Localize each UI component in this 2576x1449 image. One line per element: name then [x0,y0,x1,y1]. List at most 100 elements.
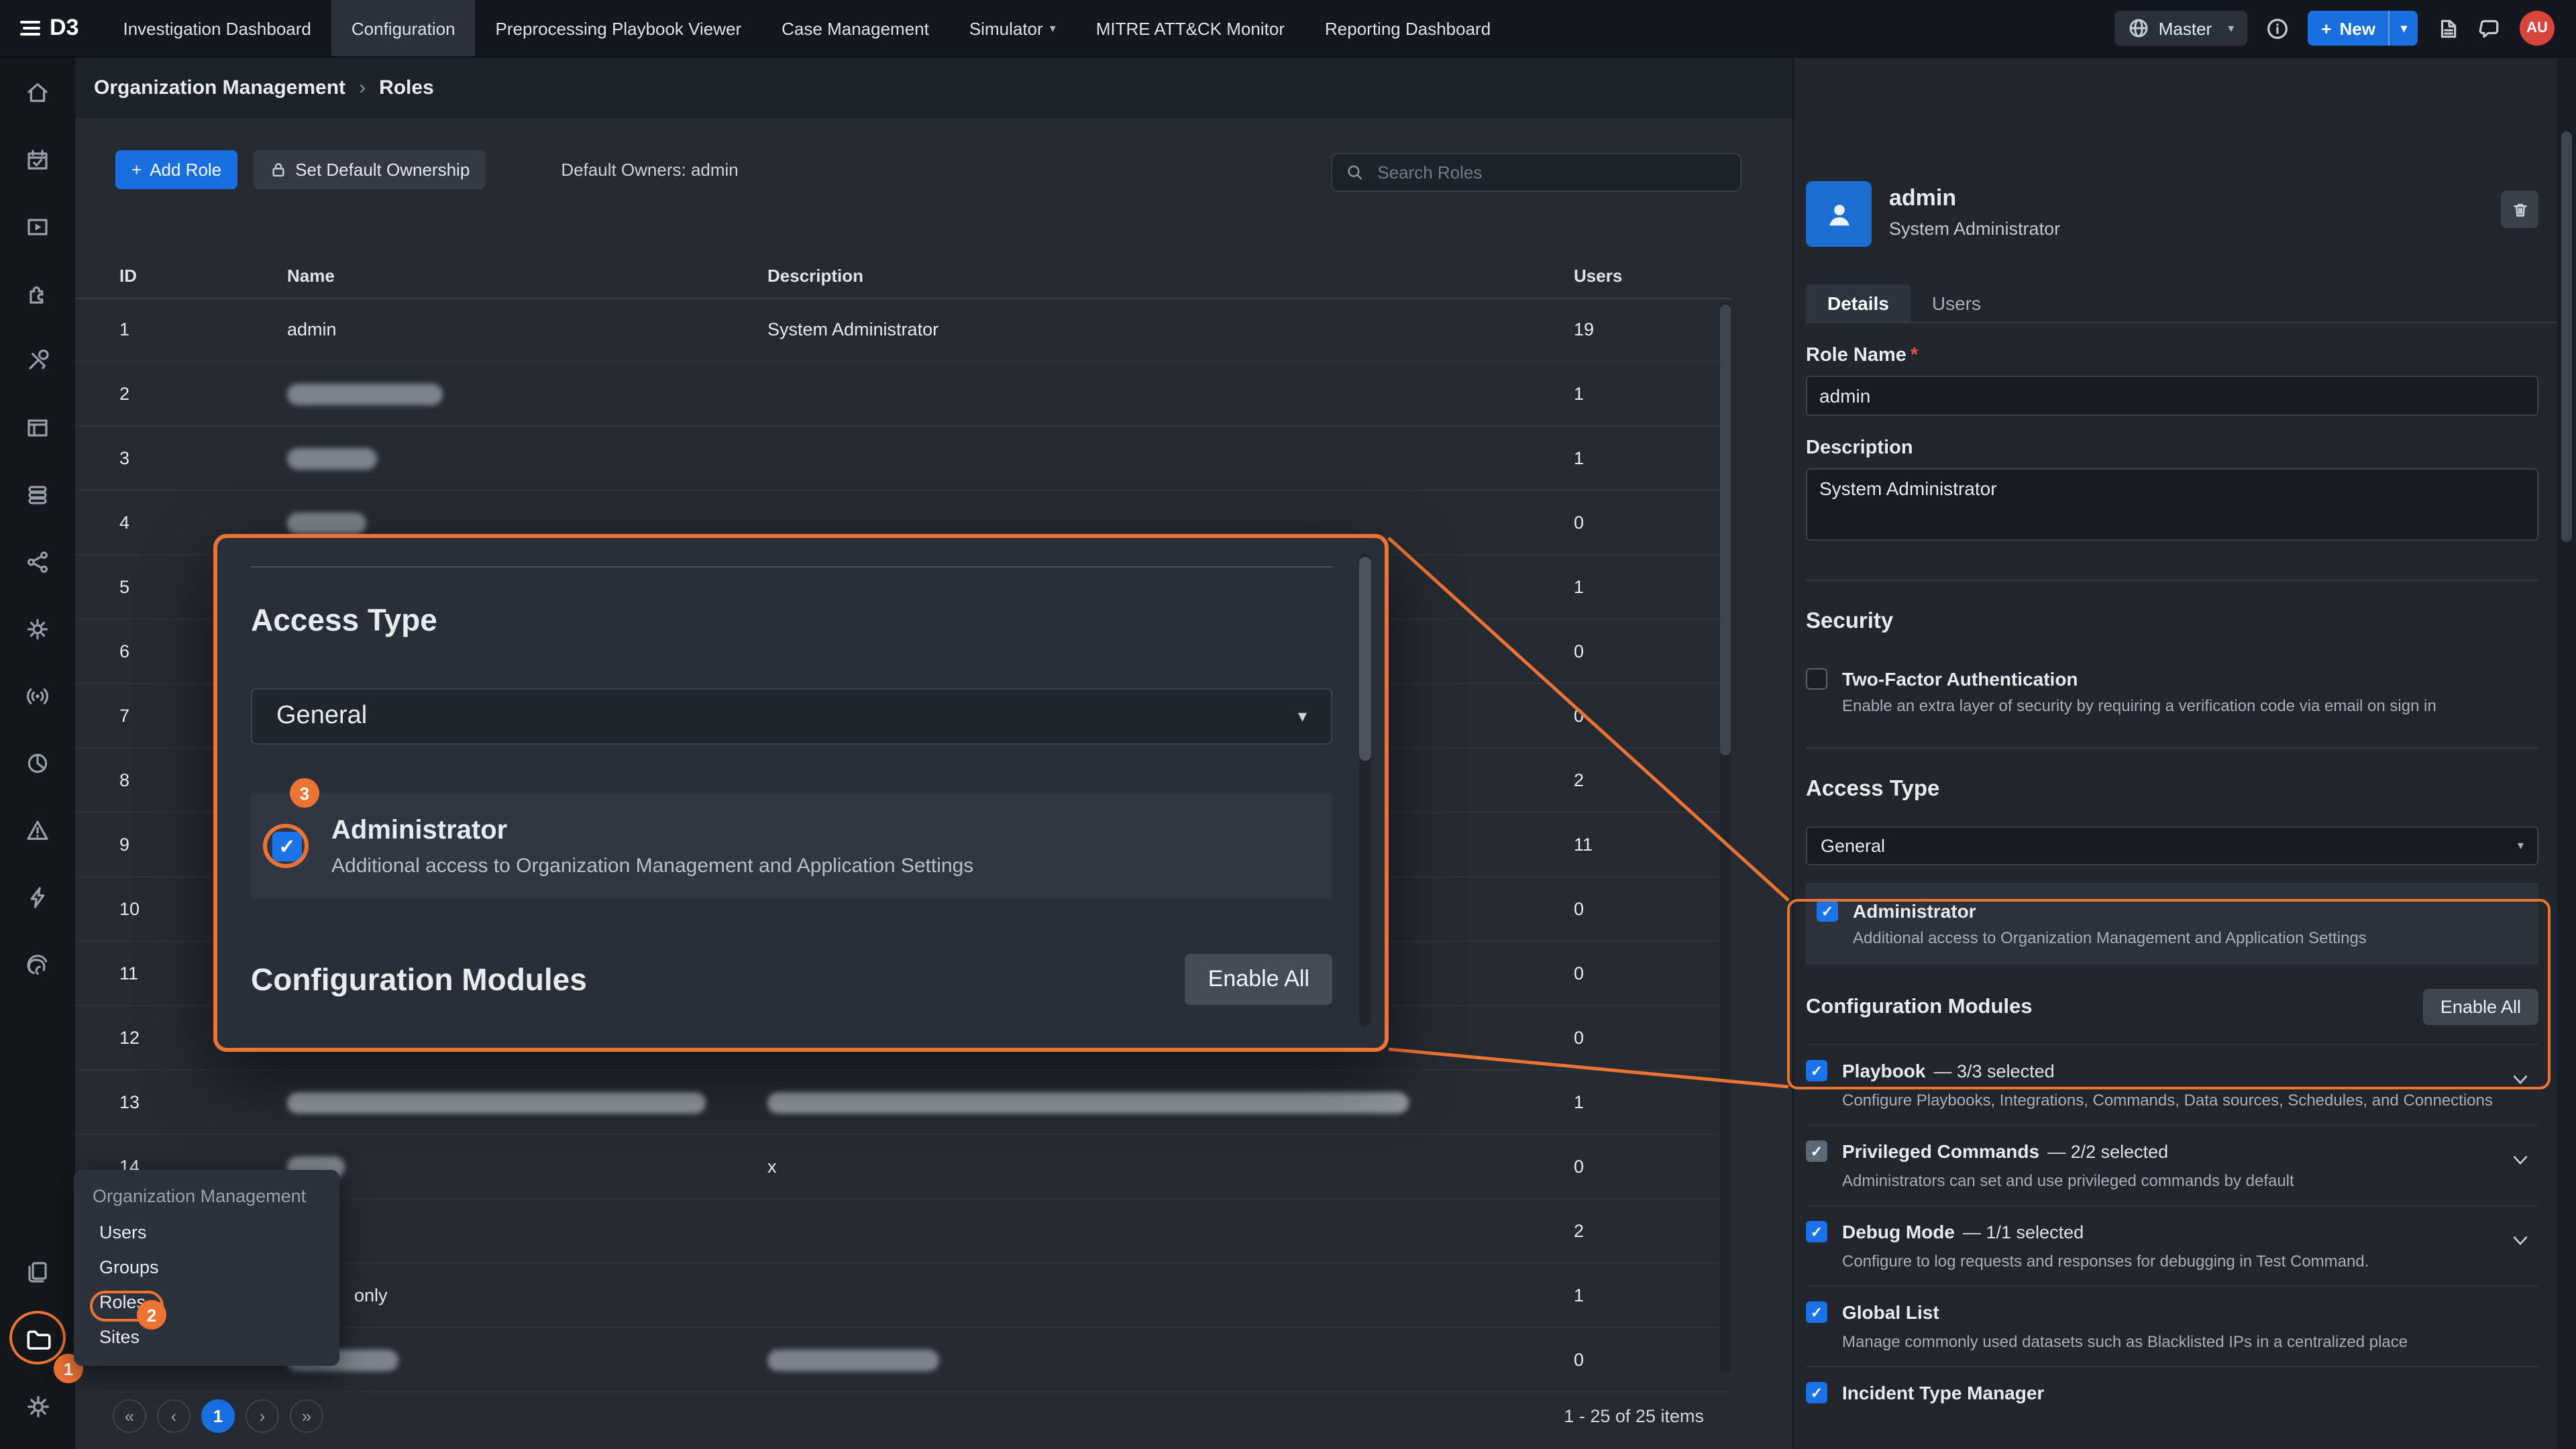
menu-item-users[interactable]: Users [74,1214,339,1249]
column-header-users[interactable]: Users [1574,265,1731,285]
d3-logo[interactable]: D3 [0,15,103,42]
info-button[interactable] [2266,17,2289,40]
table-scrollbar-thumb[interactable] [1720,305,1731,755]
module-checkbox[interactable]: ✓ [1806,1382,1827,1403]
previous-page-button[interactable]: ‹ [157,1399,191,1433]
calendar-check-icon[interactable] [0,126,75,193]
access-type-select[interactable]: General ▾ [1806,826,2538,865]
chat-button[interactable] [2478,17,2501,40]
menu-header: Organization Management [74,1182,339,1214]
two-factor-checkbox[interactable] [1806,668,1827,690]
tab-details[interactable]: Details [1806,284,1911,322]
nav-configuration[interactable]: Configuration [331,0,476,56]
divider [251,566,1332,568]
menu-item-roles[interactable]: Roles [74,1284,339,1319]
nav-preprocessing-playbook-viewer[interactable]: Preprocessing Playbook Viewer [476,0,762,56]
module-checkbox[interactable]: ✓ [1806,1221,1827,1242]
enable-all-button[interactable]: Enable All [2423,989,2538,1025]
documents-button[interactable] [2436,17,2459,40]
table-row[interactable]: 3 1 [75,427,1731,491]
table-row[interactable]: 13 1 [75,1071,1731,1135]
alert-triangle-icon[interactable] [0,797,75,864]
role-name-input[interactable] [1806,376,2538,416]
nav-case-management[interactable]: Case Management [761,0,949,56]
connections-icon[interactable] [0,529,75,596]
menu-item-groups[interactable]: Groups [74,1249,339,1284]
table-row[interactable]: 1 admin System Administrator 19 [75,298,1731,362]
module-playbook[interactable]: ✓ Playbook— 3/3 selected Configure Playb… [1806,1044,2538,1124]
table-row[interactable]: 2 1 [75,362,1731,427]
table-scrollbar [1720,301,1731,1373]
divider [1806,580,2538,581]
module-debug-mode[interactable]: ✓ Debug Mode— 1/1 selected Configure to … [1806,1205,2538,1285]
apps-window-icon[interactable] [0,394,75,462]
page-scrollbar-thumb[interactable] [2561,131,2572,542]
chevron-down-icon[interactable] [2510,1071,2530,1088]
data-stack-icon[interactable] [0,462,75,529]
chevron-down-icon: ▾ [2401,21,2407,36]
column-header-description[interactable]: Description [767,265,1574,285]
delete-role-button[interactable] [2501,191,2538,228]
column-header-name[interactable]: Name [287,265,767,285]
sidebar-bottom-icons [0,1238,75,1440]
column-header-id[interactable]: ID [75,265,287,285]
copy-pages-icon[interactable] [0,1238,75,1305]
globe-icon [2128,17,2149,39]
utility-tools-icon[interactable] [0,327,75,394]
module-checkbox[interactable]: ✓ [1806,1301,1827,1323]
automation-lightning-icon[interactable] [0,864,75,931]
master-selector[interactable]: Master ▾ [2114,11,2248,46]
chevron-down-icon[interactable] [2510,1232,2530,1249]
next-page-button[interactable]: › [246,1399,279,1433]
user-avatar[interactable]: AU [2520,11,2555,46]
reports-donut-icon[interactable] [0,730,75,797]
signal-broadcast-icon[interactable] [0,663,75,730]
nav-reporting-dashboard[interactable]: Reporting Dashboard [1305,0,1511,56]
page-1-button[interactable]: 1 [201,1399,235,1433]
popup-administrator-row: ✓ Administrator Additional access to Org… [251,793,1332,899]
popup-administrator-description: Additional access to Organization Manage… [331,854,973,877]
popup-administrator-checkbox[interactable]: ✓ [272,831,302,861]
administrator-checkbox[interactable]: ✓ [1817,900,1838,922]
new-dropdown-toggle[interactable]: ▾ [2389,11,2418,46]
popup-configuration-modules-title: Configuration Modules [251,961,587,998]
redacted-description [767,1349,939,1371]
module-global-list[interactable]: ✓ Global List Manage commonly used datas… [1806,1285,2538,1366]
configuration-modules-title: Configuration Modules [1806,995,2033,1019]
home-icon[interactable] [0,59,75,126]
nav-mitre-attack-monitor[interactable]: MITRE ATT&CK Monitor [1076,0,1305,56]
new-button[interactable]: +New ▾ [2308,11,2418,46]
integrations-puzzle-icon[interactable] [0,260,75,327]
set-default-ownership-button[interactable]: Set Default Ownership [254,150,486,189]
redacted-name [287,383,443,405]
description-input[interactable]: System Administrator [1806,468,2538,541]
last-page-button[interactable]: » [290,1399,323,1433]
plus-icon: + [2321,18,2331,38]
fingerprint-icon[interactable] [0,931,75,998]
chevron-down-icon[interactable] [2510,1151,2530,1169]
module-incident-type-manager[interactable]: ✓ Incident Type Manager [1806,1366,2538,1421]
role-details-panel: admin System Administrator Details Users… [1792,56,2557,1449]
nav-investigation-dashboard[interactable]: Investigation Dashboard [103,0,331,56]
settings-gear-icon[interactable] [0,596,75,663]
menu-item-sites[interactable]: Sites [74,1319,339,1354]
administrator-title: Administrator [1853,900,2367,922]
redacted-name [287,1091,706,1113]
breadcrumb-current: Roles [379,76,434,99]
add-role-button[interactable]: + Add Role [115,150,237,189]
module-checkbox[interactable]: ✓ [1806,1060,1827,1081]
module-privileged-commands[interactable]: ✓ Privileged Commands— 2/2 selected Admi… [1806,1124,2538,1205]
first-page-button[interactable]: « [113,1399,146,1433]
popup-enable-all-button[interactable]: Enable All [1185,954,1332,1005]
nav-simulator[interactable]: Simulator▾ [949,0,1076,56]
module-checkbox[interactable]: ✓ [1806,1140,1827,1162]
popup-access-type-select[interactable]: General ▾ [251,688,1332,745]
pagination: « ‹ 1 › » 1 - 25 of 25 items [75,1399,1792,1433]
playbook-icon[interactable] [0,193,75,260]
breadcrumb-root[interactable]: Organization Management [94,76,345,99]
popup-scrollbar-thumb[interactable] [1359,557,1371,761]
tab-users[interactable]: Users [1911,284,2002,322]
left-sidebar: 1 [0,56,75,1449]
search-roles-input[interactable] [1375,161,1727,184]
chevron-down-icon: ▾ [2228,21,2234,36]
